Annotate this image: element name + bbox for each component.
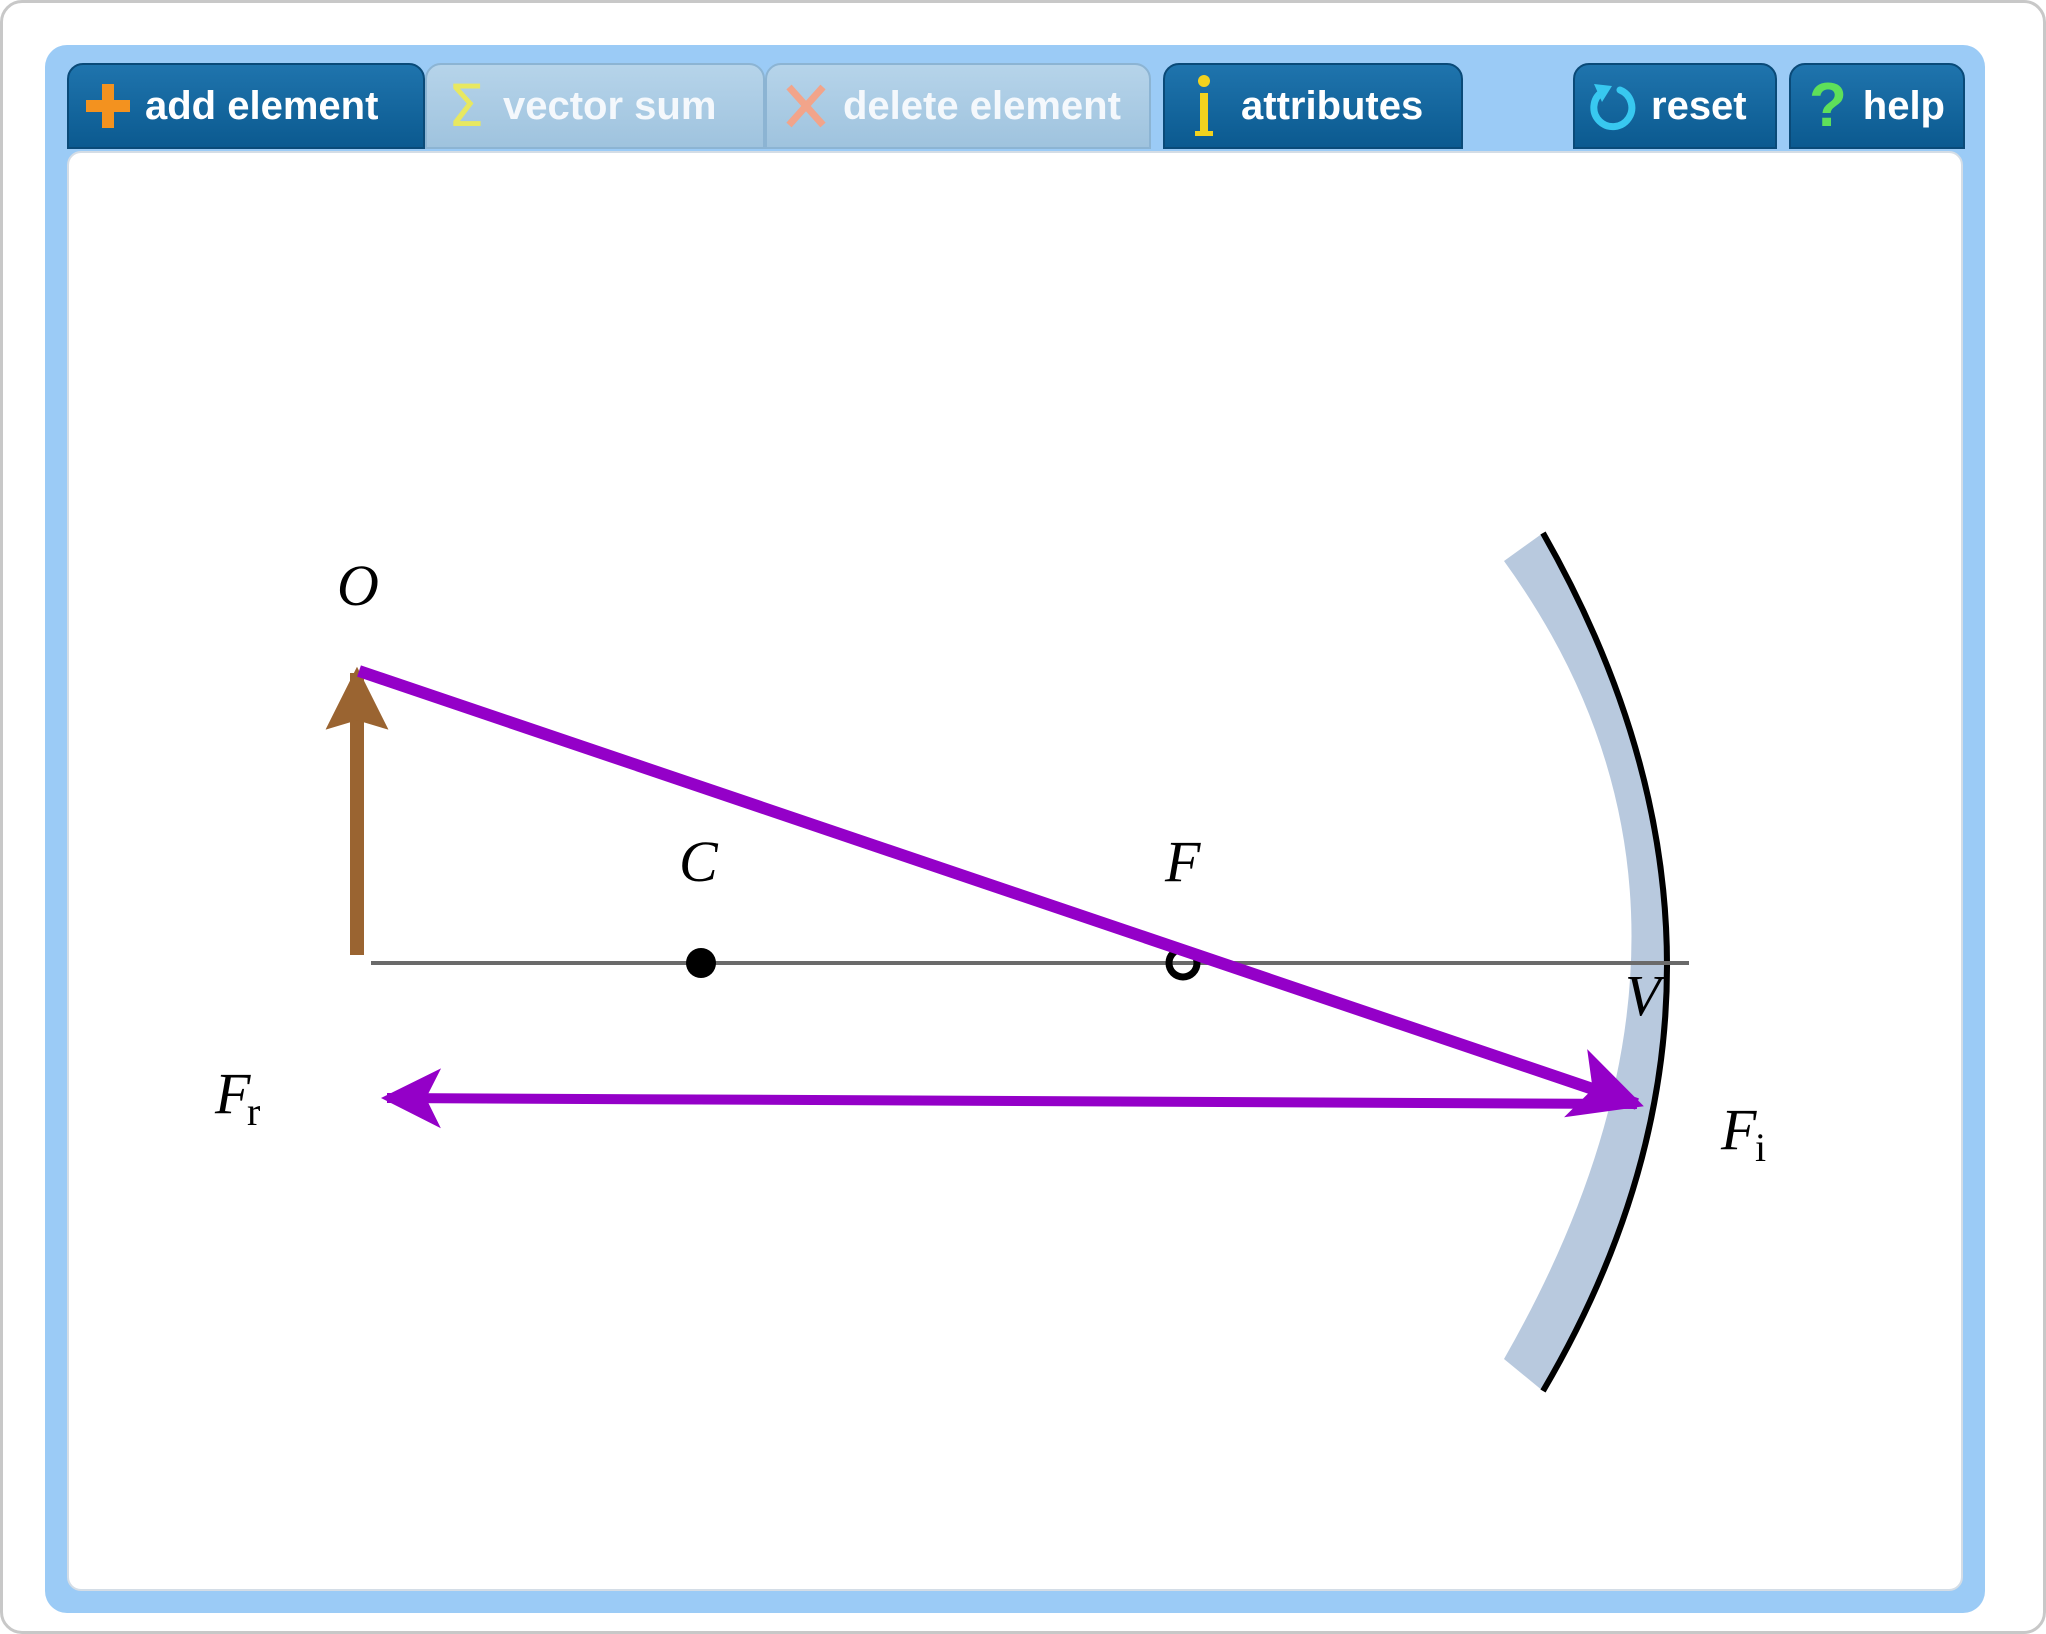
add-element-label: add element xyxy=(145,83,379,128)
center-label: C xyxy=(679,829,719,894)
vector-sum-button[interactable]: Σ vector sum xyxy=(425,63,765,149)
question-icon: ? xyxy=(1808,71,1847,140)
sigma-icon: Σ xyxy=(447,72,485,140)
plus-icon xyxy=(79,71,137,141)
reflected-ray[interactable] xyxy=(381,1068,1638,1129)
applet-frame: add element Σ vector sum delete element xyxy=(45,45,1985,1613)
applet-window: add element Σ vector sum delete element xyxy=(0,0,2046,1634)
center-point[interactable] xyxy=(686,948,716,978)
focal-point-label: F xyxy=(1164,829,1201,894)
reset-label: reset xyxy=(1651,83,1747,128)
incident-force-label: F xyxy=(1720,1097,1757,1162)
reflected-force-subscript: r xyxy=(247,1089,260,1134)
delete-element-label: delete element xyxy=(843,83,1121,128)
incident-force-subscript: i xyxy=(1755,1125,1766,1170)
help-label: help xyxy=(1862,83,1945,128)
reset-icon xyxy=(1585,71,1643,141)
add-element-button[interactable]: add element xyxy=(67,63,425,149)
vector-sum-label: vector sum xyxy=(503,83,717,128)
diagram-canvas[interactable]: O C F V F r F i xyxy=(67,151,1963,1591)
object-label: O xyxy=(337,553,379,618)
toolbar: add element Σ vector sum delete element xyxy=(45,45,1985,155)
incident-ray[interactable] xyxy=(357,665,1644,1118)
mirror-diagram: O C F V F r F i xyxy=(214,531,1766,1393)
reset-button[interactable]: reset xyxy=(1573,63,1777,149)
x-icon xyxy=(777,71,835,141)
help-button[interactable]: ? help xyxy=(1789,63,1965,149)
delete-element-button[interactable]: delete element xyxy=(765,63,1151,149)
attributes-label: attributes xyxy=(1241,83,1424,128)
info-icon xyxy=(1175,71,1233,141)
attributes-button[interactable]: attributes xyxy=(1163,63,1463,149)
reflected-force-label: F xyxy=(214,1061,251,1126)
